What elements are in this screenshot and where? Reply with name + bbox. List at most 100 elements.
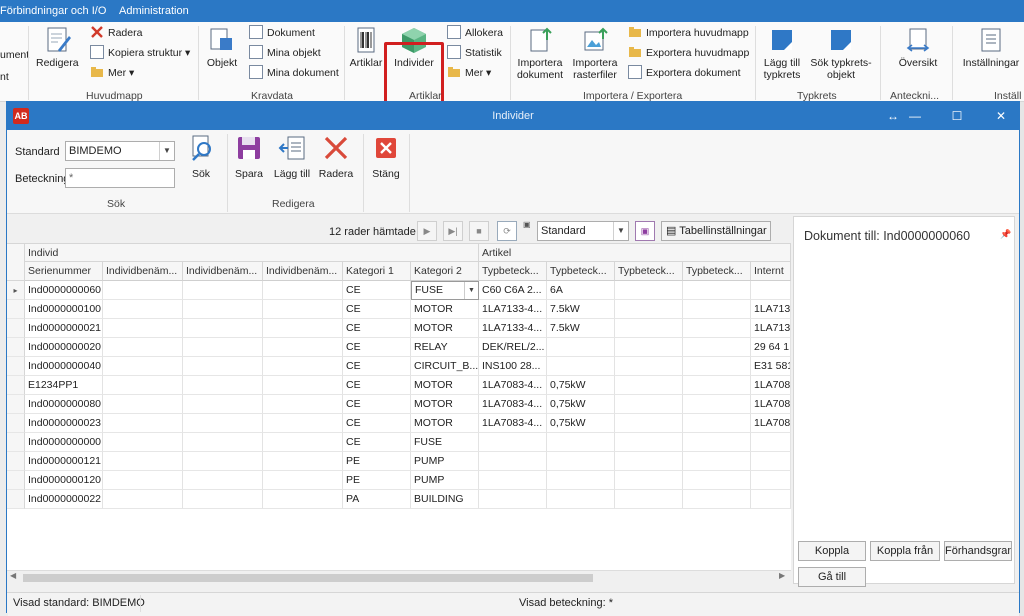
- grid-cell[interactable]: 1LA708: [751, 395, 791, 414]
- grid-cell[interactable]: 1LA7083-4...: [479, 395, 547, 414]
- dokument-button[interactable]: Dokument: [249, 24, 315, 42]
- tab-forbindningar[interactable]: Förbindningar och I/O: [0, 5, 106, 17]
- lagg-till-typkrets-button[interactable]: Lägg till typkrets: [759, 26, 805, 81]
- grid-cell[interactable]: 0,75kW: [547, 376, 615, 395]
- grid-cell[interactable]: Ind0000000020: [25, 338, 103, 357]
- minimize-button[interactable]: —: [903, 106, 927, 126]
- row-indicator[interactable]: [7, 395, 25, 414]
- grid-cell[interactable]: 1LA7083-4...: [479, 414, 547, 433]
- installningar-button[interactable]: Inställningar: [958, 26, 1024, 69]
- grid-cell[interactable]: [183, 300, 263, 319]
- grid-cell[interactable]: CE: [343, 433, 411, 452]
- column-header[interactable]: Kategori 2: [411, 262, 479, 281]
- grid-cell[interactable]: [683, 338, 751, 357]
- grid-cell[interactable]: [263, 414, 343, 433]
- grid-cell[interactable]: [683, 452, 751, 471]
- sok-typkrets-objekt-button[interactable]: Sök typkrets-objekt: [808, 26, 874, 81]
- grid-cell[interactable]: [263, 376, 343, 395]
- row-indicator[interactable]: [7, 338, 25, 357]
- artiklar-button[interactable]: Artiklar: [348, 26, 384, 69]
- grid-cell[interactable]: [479, 490, 547, 509]
- column-header[interactable]: Typbeteck...: [683, 262, 751, 281]
- column-header[interactable]: Typbeteck...: [479, 262, 547, 281]
- koppla-button[interactable]: Koppla: [798, 541, 866, 561]
- oversikt-button[interactable]: Översikt: [888, 26, 948, 69]
- allokera-button[interactable]: Allokera: [447, 24, 503, 42]
- grid-cell[interactable]: Ind0000000000: [25, 433, 103, 452]
- sok-button[interactable]: Sök: [183, 134, 219, 180]
- row-indicator[interactable]: ▸: [7, 281, 25, 300]
- grid-cell[interactable]: [615, 452, 683, 471]
- grid-cell[interactable]: [547, 490, 615, 509]
- grid-cell[interactable]: [683, 395, 751, 414]
- grid-cell[interactable]: 1LA7083-4...: [479, 376, 547, 395]
- row-indicator[interactable]: [7, 433, 25, 452]
- forhandsgransk-button[interactable]: Förhandsgransk: [944, 541, 1012, 561]
- close-button[interactable]: ✕: [989, 106, 1013, 126]
- grid-cell[interactable]: Ind0000000060: [25, 281, 103, 300]
- grid-cell[interactable]: [263, 281, 343, 300]
- grid-cell[interactable]: [683, 300, 751, 319]
- grid-cell[interactable]: CE: [343, 281, 411, 300]
- grid-cell[interactable]: INS100 28...: [479, 357, 547, 376]
- column-header[interactable]: Individbenäm...: [183, 262, 263, 281]
- horizontal-scrollbar[interactable]: ◀ ▶: [7, 570, 791, 584]
- grid-cell[interactable]: Ind0000000023: [25, 414, 103, 433]
- exportera-dokument-button[interactable]: Exportera dokument: [628, 64, 741, 82]
- grid-cell[interactable]: Ind0000000100: [25, 300, 103, 319]
- grid-cell[interactable]: [263, 319, 343, 338]
- tab-administration[interactable]: Administration: [119, 5, 189, 17]
- grid-cell[interactable]: CE: [343, 414, 411, 433]
- grid-cell[interactable]: [103, 357, 183, 376]
- grid-cell[interactable]: Ind0000000021: [25, 319, 103, 338]
- grid-cell[interactable]: C60 C6A 2...: [479, 281, 547, 300]
- tabellinstallningar-button[interactable]: ▤ Tabellinställningar: [661, 221, 771, 241]
- importera-rasterfiler-button[interactable]: Importera rasterfiler: [568, 26, 622, 81]
- grid-cell[interactable]: [103, 433, 183, 452]
- grid-cell[interactable]: [547, 471, 615, 490]
- exportera-huvudmapp-button[interactable]: Exportera huvudmapp: [628, 44, 749, 62]
- objekt-button[interactable]: Objekt: [204, 26, 240, 69]
- grid-cell[interactable]: [479, 452, 547, 471]
- refresh-icon[interactable]: ⟳: [497, 221, 517, 241]
- stop-icon[interactable]: ■: [469, 221, 489, 241]
- grid-cell[interactable]: [263, 395, 343, 414]
- grid-cell[interactable]: [183, 452, 263, 471]
- grid-cell[interactable]: [103, 319, 183, 338]
- grid-cell[interactable]: [479, 471, 547, 490]
- grid-cell[interactable]: [183, 471, 263, 490]
- grid-cell[interactable]: 6A: [547, 281, 615, 300]
- grid-cell[interactable]: CE: [343, 395, 411, 414]
- grid-cell[interactable]: [103, 281, 183, 300]
- row-indicator[interactable]: [7, 471, 25, 490]
- grid-cell[interactable]: [263, 357, 343, 376]
- row-indicator[interactable]: [7, 376, 25, 395]
- grid-cell[interactable]: [263, 452, 343, 471]
- grid-cell[interactable]: 1LA708: [751, 414, 791, 433]
- grid-cell[interactable]: [683, 471, 751, 490]
- radera-button[interactable]: Radera: [317, 134, 355, 180]
- grid-cell[interactable]: [103, 338, 183, 357]
- grid-cell[interactable]: [615, 357, 683, 376]
- grid-cell[interactable]: 1LA7133-4...: [479, 300, 547, 319]
- lagg-till-button[interactable]: Lägg till: [271, 134, 313, 180]
- grid-cell[interactable]: Ind0000000040: [25, 357, 103, 376]
- grid-cell[interactable]: [103, 490, 183, 509]
- row-indicator[interactable]: [7, 357, 25, 376]
- grid-cell[interactable]: [683, 433, 751, 452]
- maximize-button[interactable]: ☐: [945, 106, 969, 126]
- radera-ribbon-button[interactable]: Radera: [90, 24, 142, 42]
- grid-cell[interactable]: [263, 433, 343, 452]
- grid-cell[interactable]: [615, 414, 683, 433]
- grid-cell[interactable]: [263, 490, 343, 509]
- grid-cell[interactable]: 7.5kW: [547, 319, 615, 338]
- pin-icon[interactable]: 📌: [1000, 229, 1011, 240]
- grid-cell[interactable]: [103, 395, 183, 414]
- dialog-titlebar[interactable]: AB Individer ↔ — ☐ ✕: [7, 102, 1019, 130]
- grid-cell[interactable]: [183, 490, 263, 509]
- scroll-left-icon[interactable]: ◀: [10, 571, 16, 580]
- standard-select[interactable]: BIMDEMO ▼: [65, 141, 175, 161]
- grid-cell[interactable]: [615, 471, 683, 490]
- statistik-button[interactable]: Statistik: [447, 44, 502, 62]
- redigera-button[interactable]: Redigera: [36, 26, 79, 69]
